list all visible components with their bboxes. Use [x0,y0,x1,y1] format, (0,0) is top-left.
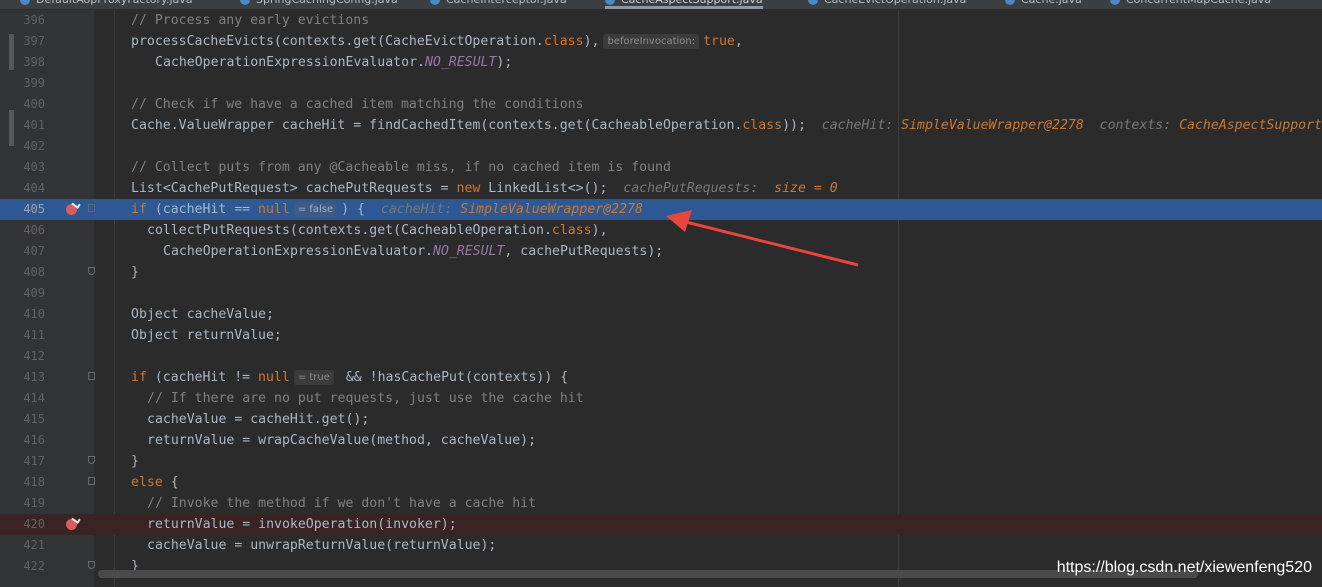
watermark: https://blog.csdn.net/xiewenfeng520 [1056,559,1312,576]
red-annotation-arrow [666,210,859,267]
